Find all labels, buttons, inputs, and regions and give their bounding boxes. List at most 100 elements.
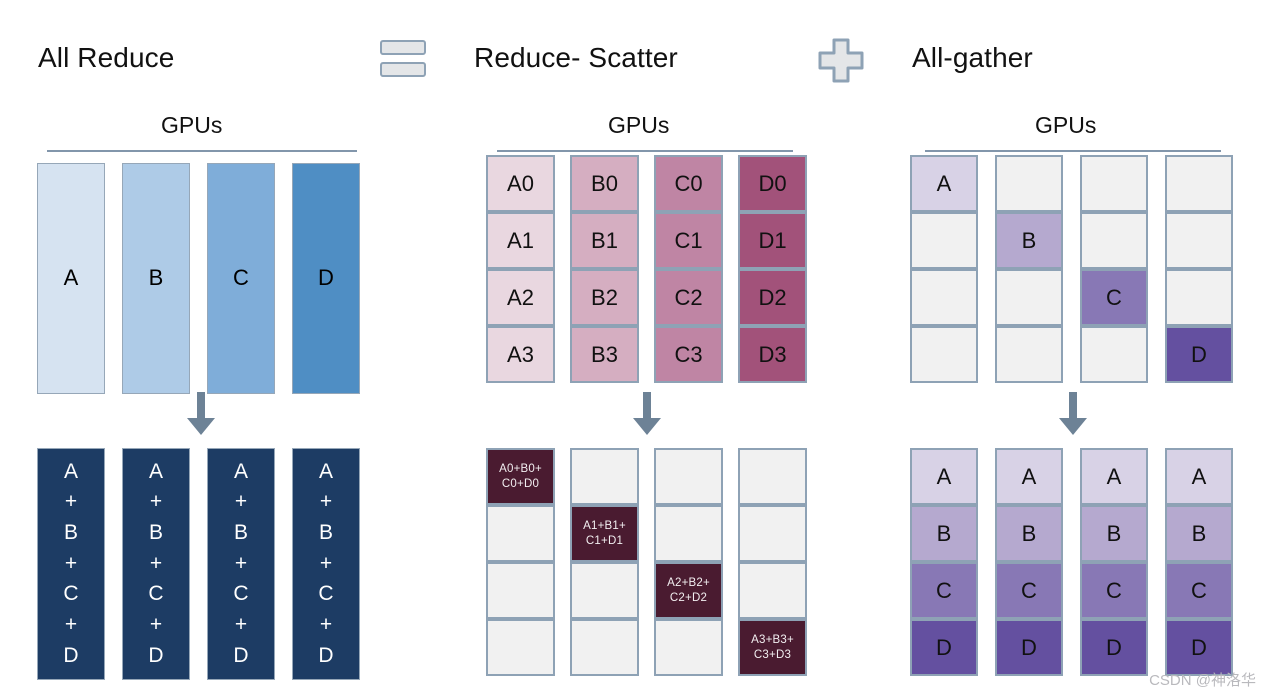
reduce-scatter-output-cell-empty	[570, 562, 639, 619]
panel-title-all-reduce: All Reduce	[38, 42, 175, 73]
all-reduce-output-label: A + B + C + D	[233, 459, 249, 667]
all-gather-input-cell: D	[1165, 326, 1233, 383]
cell-label: A	[1106, 463, 1122, 489]
reduce-scatter-output-cell: A2+B2+ C2+D2	[654, 562, 723, 619]
all-gather-input-cell-empty	[1080, 212, 1148, 269]
cell-label: C3	[674, 341, 703, 367]
cell-label: C0	[674, 170, 703, 196]
cell-label: D1	[758, 227, 787, 253]
reduce-scatter-arrow-icon	[632, 392, 662, 436]
all-gather-output-cell: B	[995, 505, 1063, 562]
equals-bar-bottom	[380, 62, 426, 77]
all-gather-output-cell: A	[1165, 448, 1233, 505]
gpus-label-all-gather: GPUs	[1035, 112, 1097, 138]
plus-sign-icon	[818, 38, 864, 83]
reduce-scatter-output-cell: A1+B1+ C1+D1	[570, 505, 639, 562]
all-reduce-input-label: C	[233, 265, 249, 291]
cell-label: D2	[758, 284, 787, 310]
gpus-label-all-reduce: GPUs	[161, 112, 223, 138]
cell-label: D	[936, 634, 952, 660]
cell-label: D	[1191, 341, 1207, 367]
all-gather-output-cell: D	[910, 619, 978, 676]
reduce-scatter-output-cell-empty	[738, 505, 807, 562]
gpus-label-reduce-scatter: GPUs	[608, 112, 670, 138]
all-reduce-output-label: A + B + C + D	[63, 459, 79, 667]
all-gather-input-cell-empty	[1080, 155, 1148, 212]
watermark-text: CSDN @神洛华	[1149, 672, 1256, 689]
panel-title-all-gather: All-gather	[912, 42, 1033, 73]
cell-label: B	[1021, 520, 1037, 546]
cell-label: A	[1191, 463, 1207, 489]
all-gather-output-cell: B	[1165, 505, 1233, 562]
all-gather-input-cell-empty	[1165, 155, 1233, 212]
reduce-scatter-input-cell: B2	[570, 269, 639, 326]
all-gather-output-cell: B	[1080, 505, 1148, 562]
cell-label: B	[936, 520, 952, 546]
all-gather-input-cell-empty	[910, 212, 978, 269]
all-reduce-input-bar: C	[207, 163, 275, 394]
reduce-scatter-input-cell: A0	[486, 155, 555, 212]
all-gather-output-cell: A	[1080, 448, 1148, 505]
cell-label: C	[1106, 284, 1122, 310]
reduce-scatter-input-cell: D1	[738, 212, 807, 269]
all-reduce-input-label: B	[148, 265, 164, 291]
all-reduce-output-label: A + B + C + D	[148, 459, 164, 667]
all-gather-input-cell-empty	[910, 269, 978, 326]
all-gather-output-cell: C	[995, 562, 1063, 619]
reduce-scatter-output-cell-empty	[486, 562, 555, 619]
reduce-scatter-output-cell: A0+B0+ C0+D0	[486, 448, 555, 505]
reduce-scatter-output-cell-empty	[738, 562, 807, 619]
gpus-rule-all-reduce	[47, 150, 357, 152]
cell-label: A1+B1+ C1+D1	[583, 520, 626, 547]
cell-label: D3	[758, 341, 787, 367]
cell-label: A3	[507, 341, 534, 367]
cell-label: B0	[591, 170, 618, 196]
all-reduce-input-label: D	[318, 265, 334, 291]
reduce-scatter-input-cell: B3	[570, 326, 639, 383]
cell-label: A0	[507, 170, 534, 196]
all-gather-input-cell: A	[910, 155, 978, 212]
all-reduce-input-label: A	[63, 265, 79, 291]
all-gather-input-cell-empty	[995, 269, 1063, 326]
all-gather-input-cell: C	[1080, 269, 1148, 326]
cell-label: D	[1191, 634, 1207, 660]
cell-label: A2	[507, 284, 534, 310]
reduce-scatter-output-cell-empty	[654, 619, 723, 676]
gpus-rule-reduce-scatter	[497, 150, 793, 152]
cell-label: B	[1021, 227, 1037, 253]
all-reduce-input-bar: A	[37, 163, 105, 394]
cell-label: B	[1191, 520, 1207, 546]
cell-label: A0+B0+ C0+D0	[499, 463, 542, 490]
reduce-scatter-output-cell-empty	[570, 619, 639, 676]
equals-sign-icon	[380, 40, 426, 80]
cell-label: B3	[591, 341, 618, 367]
cell-label: A2+B2+ C2+D2	[667, 577, 710, 604]
cell-label: D	[1106, 634, 1122, 660]
cell-label: D0	[758, 170, 787, 196]
cell-label: A	[1021, 463, 1037, 489]
cell-label: C	[1021, 577, 1037, 603]
all-gather-output-cell: A	[995, 448, 1063, 505]
reduce-scatter-input-cell: A2	[486, 269, 555, 326]
reduce-scatter-output-cell-empty	[570, 448, 639, 505]
all-gather-output-cell: D	[1080, 619, 1148, 676]
gpus-rule-all-gather	[925, 150, 1221, 152]
all-gather-output-cell: C	[1165, 562, 1233, 619]
all-reduce-arrow-icon	[186, 392, 216, 436]
cell-label: B	[1106, 520, 1122, 546]
all-gather-arrow-icon	[1058, 392, 1088, 436]
cell-label: C	[1191, 577, 1207, 603]
all-gather-output-cell: D	[995, 619, 1063, 676]
reduce-scatter-input-cell: C3	[654, 326, 723, 383]
all-gather-output-cell: B	[910, 505, 978, 562]
reduce-scatter-input-cell: B1	[570, 212, 639, 269]
all-gather-input-cell-empty	[910, 326, 978, 383]
cell-label: A1	[507, 227, 534, 253]
reduce-scatter-input-cell: A1	[486, 212, 555, 269]
all-gather-input-cell-empty	[1080, 326, 1148, 383]
cell-label: A	[936, 463, 952, 489]
cell-label: D	[1021, 634, 1037, 660]
reduce-scatter-input-cell: C0	[654, 155, 723, 212]
diagram-canvas: All Reduce Reduce- Scatter All-gather GP…	[0, 0, 1264, 694]
all-gather-output-cell: A	[910, 448, 978, 505]
